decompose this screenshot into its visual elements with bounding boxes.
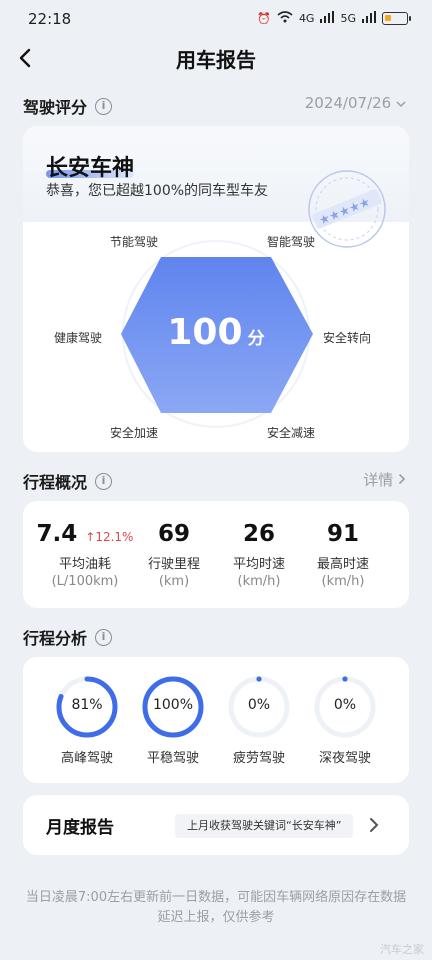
metric-avg-speed: 26 平均时速 (km/h) — [221, 521, 297, 589]
ring-progress-start — [256, 676, 262, 682]
trip-analysis-section-title: 行程分析 i — [23, 625, 113, 649]
info-icon[interactable]: i — [95, 97, 113, 115]
trip-analysis-title-text: 行程分析 — [23, 629, 88, 648]
ring-percent: 0% — [333, 697, 357, 713]
dimension-label: 安全加速 — [110, 426, 159, 440]
metric-avg-fuel: 7.4 ↑12.1% 平均油耗 (L/100km) — [35, 521, 135, 589]
metric-unit: (L/100km) — [51, 574, 119, 589]
score-unit: 分 — [247, 329, 265, 349]
analysis-item: 0% 深夜驾驶 — [305, 675, 385, 775]
metric-unit: (km) — [158, 574, 190, 589]
svg-text:★★★★★: ★★★★★ — [317, 195, 372, 228]
info-icon[interactable]: i — [95, 628, 113, 646]
metric-mileage: 69 行驶里程 (km) — [138, 521, 210, 589]
metric-max-speed: 91 最高时速 (km/h) — [305, 521, 381, 589]
status-time: 22:18 — [28, 10, 72, 28]
analysis-item: 100% 平稳驾驶 — [133, 675, 213, 775]
dimension-label: 节能驾驶 — [110, 235, 159, 249]
metric-label: 最高时速 — [316, 557, 369, 572]
metric-unit: (km/h) — [237, 574, 281, 589]
dimension-label: 智能驾驶 — [267, 235, 316, 249]
trip-overview-title-text: 行程概况 — [23, 473, 88, 492]
driving-score-section-title: 驾驶评分 i — [23, 94, 113, 118]
monthly-report-card[interactable]: 月度报告 上月收获驾驶关键词“长安车神” — [23, 795, 409, 855]
metric-label: 行驶里程 — [147, 557, 200, 572]
battery-icon — [382, 12, 411, 25]
driving-score-card: 长安车神 恭喜，您已超越100%的同车型车友 ★★★★★ 100 分 节能驾驶 … — [23, 126, 409, 452]
analysis-item: 0% 疲劳驾驶 — [219, 675, 299, 775]
metric-value: 7.4 — [36, 521, 78, 547]
dimension-label: 安全减速 — [267, 426, 316, 440]
ring-label: 平稳驾驶 — [146, 751, 199, 766]
back-icon[interactable] — [14, 46, 38, 70]
date-select[interactable]: 2024/07/26 — [305, 94, 406, 112]
trip-overview-section-title: 行程概况 i — [23, 469, 113, 493]
page-title: 用车报告 — [176, 48, 256, 72]
chevron-right-icon — [398, 473, 406, 485]
signal-icon-2 — [362, 11, 376, 26]
ring-progress-start — [342, 676, 348, 682]
date-value: 2024/07/26 — [304, 94, 392, 112]
trip-analysis-card: 81% 高峰驾驶 100% 平稳驾驶 0% 疲劳驾驶 0% 深夜驾驶 — [23, 657, 409, 783]
details-link[interactable]: 详情 — [363, 469, 406, 490]
metric-label: 平均时速 — [232, 557, 285, 572]
driving-score-title-text: 驾驶评分 — [23, 98, 88, 117]
info-icon[interactable]: i — [95, 472, 113, 490]
ring-percent: 0% — [247, 697, 271, 713]
wifi-icon — [277, 11, 293, 26]
score-value: 100 — [167, 312, 243, 353]
metric-change-badge: ↑12.1% — [85, 530, 134, 544]
alarm-icon: ⏰ — [257, 12, 271, 25]
network-label-2: 5G — [340, 12, 356, 25]
status-icons: ⏰ 4G 5G — [257, 11, 411, 26]
monthly-report-title: 月度报告 — [46, 818, 114, 838]
ring-label: 疲劳驾驶 — [232, 751, 285, 766]
metric-value: 91 — [326, 521, 359, 547]
signal-icon — [320, 11, 335, 26]
metric-label: 平均油耗 — [58, 557, 111, 572]
ring-percent: 81% — [71, 697, 103, 713]
footer-note: 当日凌晨7:00左右更新前一日数据，可能因车辆网络原因存在数据延迟上报，仅供参考 — [25, 890, 407, 925]
metric-value: 69 — [157, 521, 190, 547]
monthly-keyword-tag: 上月收获驾驶关键词“长安车神” — [175, 814, 354, 838]
chevron-down-icon — [396, 101, 406, 108]
network-label: 4G — [298, 12, 315, 25]
rank-title: 长安车神 — [46, 156, 135, 181]
status-bar: 22:18 ⏰ 4G 5G — [0, 0, 432, 40]
ring-percent: 100% — [152, 697, 194, 713]
rank-subtitle: 恭喜，您已超越100%的同车型车友 — [46, 183, 269, 199]
dimension-label: 健康驾驶 — [54, 331, 103, 345]
ring-label: 高峰驾驶 — [60, 751, 113, 766]
chevron-right-icon — [370, 818, 379, 832]
analysis-item: 81% 高峰驾驶 — [47, 675, 127, 775]
watermark: 汽车之家 — [380, 943, 424, 956]
metric-unit: (km/h) — [321, 574, 365, 589]
dimension-label: 安全转向 — [323, 331, 372, 345]
metric-value: 26 — [242, 521, 275, 547]
ring-label: 深夜驾驶 — [318, 751, 371, 766]
details-label: 详情 — [363, 471, 394, 489]
trip-overview-card: 7.4 ↑12.1% 平均油耗 (L/100km) 69 行驶里程 (km) 2… — [23, 501, 409, 608]
